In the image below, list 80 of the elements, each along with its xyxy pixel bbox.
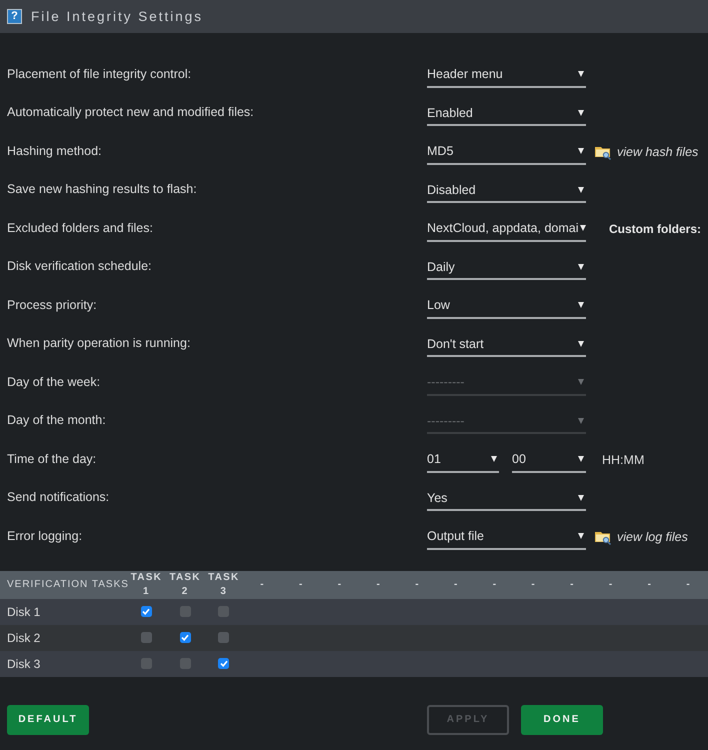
dropdown[interactable]: Output file bbox=[427, 524, 586, 550]
setting-label: Automatically protect new and modified files: bbox=[7, 105, 255, 120]
column-header: - bbox=[569, 578, 576, 592]
setting-label: Hashing method: bbox=[7, 144, 103, 158]
checkbox[interactable] bbox=[140, 658, 152, 669]
column-header: VERIFICATION TASKS bbox=[6, 578, 129, 592]
setting-label: Placement of file integrity control: bbox=[7, 66, 192, 81]
caret-icon bbox=[578, 418, 584, 424]
dropdown[interactable]: MD5 bbox=[427, 140, 586, 165]
column-header: - bbox=[492, 578, 498, 592]
field-label: Custom folders: bbox=[609, 222, 702, 236]
action-button[interactable]: DEFAULT bbox=[7, 704, 89, 734]
checkmark-icon bbox=[220, 660, 228, 667]
column-header: - bbox=[336, 578, 344, 592]
setting-label: Error logging: bbox=[7, 528, 84, 543]
setting-label: Day of the month: bbox=[7, 413, 107, 428]
checkbox[interactable] bbox=[140, 632, 152, 643]
disk-name: Disk 1 bbox=[6, 604, 42, 618]
checkbox[interactable] bbox=[180, 658, 191, 669]
column-header: - bbox=[685, 578, 692, 592]
checkbox[interactable] bbox=[140, 606, 152, 617]
setting-label: Excluded folders and files: bbox=[7, 220, 154, 235]
dropdown[interactable]: Enabled bbox=[427, 101, 586, 126]
disk-name: Disk 3 bbox=[6, 656, 42, 670]
column-header: - bbox=[298, 578, 305, 592]
setting-label: When parity operation is running: bbox=[7, 336, 192, 350]
column-header: TASK 3 bbox=[208, 570, 240, 598]
setting-label: Disk verification schedule: bbox=[7, 259, 153, 274]
caret-icon bbox=[578, 533, 584, 540]
column-header: - bbox=[530, 578, 537, 592]
checkmark-icon bbox=[181, 634, 190, 641]
disk-name: Disk 2 bbox=[6, 630, 42, 644]
checkbox[interactable] bbox=[180, 632, 191, 643]
caret-icon bbox=[578, 494, 584, 501]
setting-label: Save new hashing results to flash: bbox=[7, 182, 198, 196]
folder-search-icon bbox=[595, 530, 611, 545]
column-header: - bbox=[375, 578, 382, 592]
dropdown[interactable]: Header menu bbox=[427, 62, 586, 88]
caret-icon bbox=[578, 71, 584, 78]
dropdown[interactable]: Disabled bbox=[427, 178, 586, 204]
column-header: - bbox=[608, 578, 614, 592]
column-header: - bbox=[259, 578, 266, 592]
dropdown[interactable]: Don't start bbox=[427, 332, 586, 358]
file-link[interactable]: view hash files bbox=[595, 144, 698, 160]
dropdown[interactable]: NextCloud, appdata, domai bbox=[427, 216, 586, 242]
file-link[interactable]: view log files bbox=[595, 530, 688, 545]
caret-icon bbox=[578, 340, 584, 347]
checkbox[interactable] bbox=[218, 632, 230, 643]
checkmark-icon bbox=[142, 608, 150, 615]
caret-icon bbox=[578, 302, 584, 308]
setting-label: Process priority: bbox=[7, 298, 98, 312]
column-header: - bbox=[452, 578, 460, 592]
column-header: TASK 2 bbox=[169, 570, 202, 598]
format-hint: HH:MM bbox=[602, 453, 644, 468]
dropdown[interactable]: Yes bbox=[427, 486, 586, 512]
caret-icon bbox=[578, 264, 584, 270]
window-title: File Integrity Settings bbox=[31, 9, 204, 24]
caret-icon bbox=[580, 225, 586, 232]
column-header: TASK 1 bbox=[130, 570, 162, 598]
setting-label: Day of the week: bbox=[7, 374, 102, 389]
dropdown[interactable]: 00 bbox=[512, 448, 586, 473]
caret-icon bbox=[578, 456, 584, 462]
action-button[interactable]: DONE bbox=[521, 704, 603, 734]
help-icon: ? bbox=[7, 9, 22, 24]
caret-icon bbox=[578, 148, 584, 154]
dropdown[interactable]: 01 bbox=[427, 448, 499, 473]
caret-icon bbox=[578, 379, 584, 386]
checkbox[interactable] bbox=[218, 658, 230, 669]
setting-label: Send notifications: bbox=[7, 490, 110, 504]
dropdown[interactable]: Daily bbox=[427, 255, 586, 280]
checkbox[interactable] bbox=[180, 606, 191, 617]
caret-icon bbox=[491, 456, 497, 462]
setting-label: Time of the day: bbox=[7, 452, 98, 466]
caret-icon bbox=[578, 110, 584, 116]
caret-icon bbox=[578, 186, 584, 193]
column-header: - bbox=[646, 578, 654, 592]
dropdown[interactable]: Low bbox=[427, 294, 586, 319]
checkbox[interactable] bbox=[218, 606, 230, 617]
column-header: - bbox=[414, 578, 421, 592]
folder-search-icon bbox=[595, 144, 611, 160]
